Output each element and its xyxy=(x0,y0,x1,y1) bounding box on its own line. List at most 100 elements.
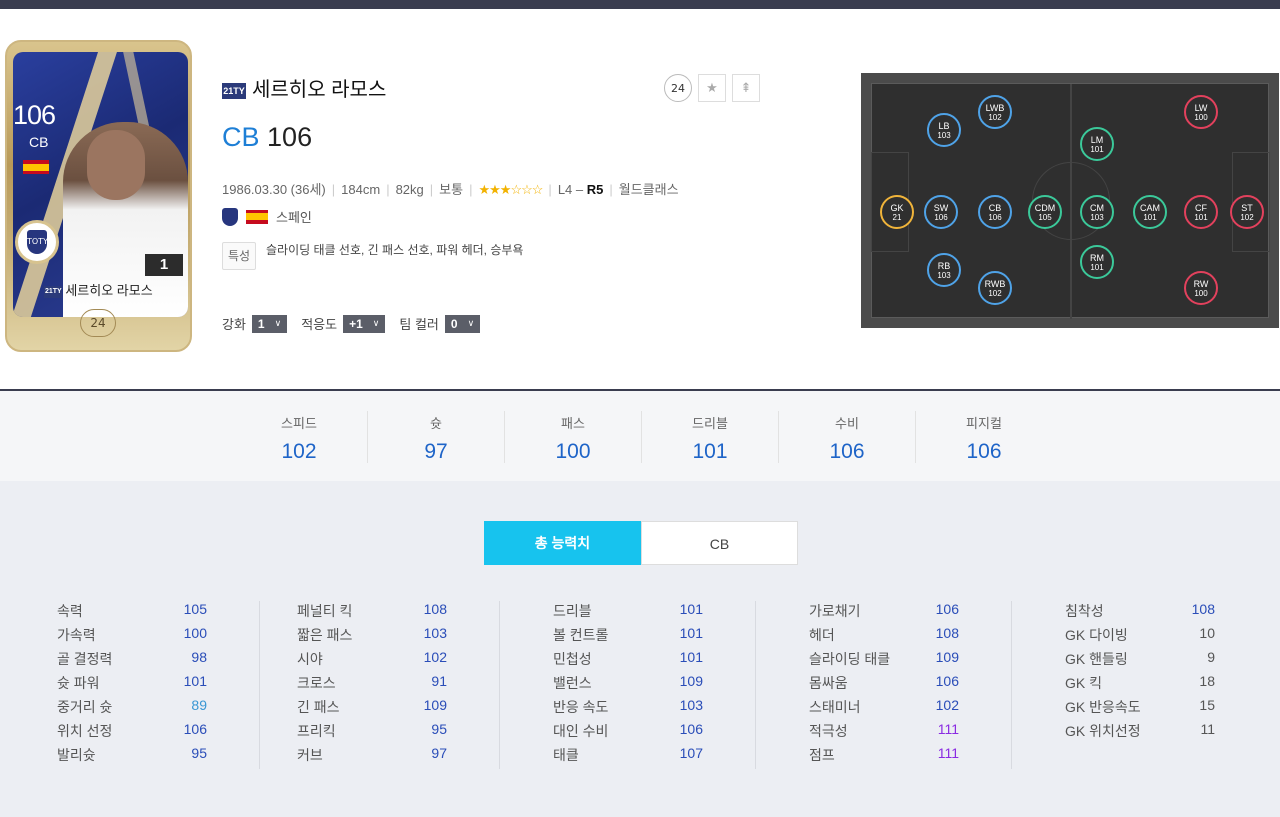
position-rwb[interactable]: RWB 102 xyxy=(978,271,1012,305)
stat-row: 가속력 100 xyxy=(57,625,207,643)
position-gk[interactable]: GK 21 xyxy=(880,195,914,229)
spain-flag-icon xyxy=(23,160,49,174)
summary-item: 스피드 102 xyxy=(281,416,317,463)
position-lm[interactable]: LM 101 xyxy=(1080,127,1114,161)
stat-row: 프리킥 95 xyxy=(297,721,447,739)
chevron-down-icon: ∨ xyxy=(274,318,282,328)
upgrade-arrow-icon[interactable]: ⇞ xyxy=(732,74,760,102)
stat-row: 중거리 슛 89 xyxy=(57,697,207,715)
stat-column: 드리블 101 볼 컨트롤 101 민첩성 101 밸런스 109 반응 속도 103 대인 수비 1… xyxy=(553,601,703,769)
stat-row: 드리블 101 xyxy=(553,601,703,619)
action-buttons: 24 ★ ⇞ xyxy=(664,74,760,102)
adaptability-select[interactable]: +1 ∨ xyxy=(343,314,386,333)
card-ovr: 106 xyxy=(13,100,56,130)
stat-row: GK 위치선정 11 xyxy=(1065,721,1215,739)
stat-row: 대인 수비 106 xyxy=(553,721,703,739)
position-st[interactable]: ST 102 xyxy=(1230,195,1264,229)
summary-item: 슛 97 xyxy=(424,416,448,463)
stat-row: GK 반응속도 15 xyxy=(1065,697,1215,715)
player-meta: 1986.03.30 (36세) | 184cm | 82kg | 보통 | ★★★☆☆☆ | L4… xyxy=(222,182,679,197)
card-artwork xyxy=(13,52,188,317)
body-type: 보통 xyxy=(439,182,464,197)
season-badge-icon: 21TY xyxy=(44,285,63,298)
stat-column: 페널티 킥 108 짧은 패스 103 시야 102 크로스 91 긴 패스 109 프리킥 95 커브… xyxy=(297,601,447,769)
stat-row: 슬라이딩 태클 109 xyxy=(809,649,959,667)
stat-row: GK 킥 18 xyxy=(1065,673,1215,691)
position-rm[interactable]: RM 101 xyxy=(1080,245,1114,279)
position-cm[interactable]: CM 103 xyxy=(1080,195,1114,229)
club-icon xyxy=(222,207,238,226)
rank: 월드클래스 xyxy=(618,182,679,197)
birth: 1986.03.30 (36세) xyxy=(222,182,326,197)
stat-row: 밸런스 109 xyxy=(553,673,703,691)
summary-stats: 스피드 102 슛 97 패스 100 드리블 101 수비 106 피지컬 106 xyxy=(0,391,1280,481)
position-rb[interactable]: RB 103 xyxy=(927,253,961,287)
card-level: 1 xyxy=(145,254,183,276)
stat-row: 가로채기 106 xyxy=(809,601,959,619)
stat-row: 점프 111 xyxy=(809,745,959,763)
position-pitch: GK 21 SW 106 LB 103 RB 103 LWB 102 CB 106 RWB 102 CDM 1… xyxy=(861,73,1279,328)
card-position: CB xyxy=(29,134,49,150)
stat-row: 긴 패스 109 xyxy=(297,697,447,715)
card-pay: 24 xyxy=(80,309,116,337)
chevron-down-icon: ∨ xyxy=(467,318,475,328)
summary-item: 드리블 101 xyxy=(692,416,728,463)
stat-column: 가로채기 106 헤더 108 슬라이딩 태클 109 몸싸움 106 스태미너 102 적극성 11… xyxy=(809,601,959,769)
team-color-select[interactable]: 0 ∨ xyxy=(444,314,481,333)
stat-row: 속력 105 xyxy=(57,601,207,619)
chevron-down-icon: ∨ xyxy=(372,318,380,328)
traits-label: 특성 xyxy=(222,242,256,270)
stat-tabs: 총 능력치 CB xyxy=(484,521,798,565)
stat-row: 발리슛 95 xyxy=(57,745,207,763)
stat-row: 적극성 111 xyxy=(809,721,959,739)
stat-column: 침착성 108 GK 다이빙 10 GK 핸들링 9 GK 킥 18 GK 반응속도 15 GK 위… xyxy=(1065,601,1215,745)
favorite-star-icon[interactable]: ★ xyxy=(698,74,726,102)
stat-row: 민첩성 101 xyxy=(553,649,703,667)
skill-stars: ★★★☆☆☆ xyxy=(478,182,543,197)
stat-row: 태클 107 xyxy=(553,745,703,763)
player-position-ovr: CB 106 xyxy=(222,122,313,152)
position-rw[interactable]: RW 100 xyxy=(1184,271,1218,305)
stat-row: 페널티 킥 108 xyxy=(297,601,447,619)
detail-stats-panel: 총 능력치 CB 속력 105 가속력 100 골 결정력 98 슛 파워 101 중거리 슛8… xyxy=(0,481,1280,817)
position-sw[interactable]: SW 106 xyxy=(924,195,958,229)
nation-row: 스페인 xyxy=(222,207,312,226)
position-cam[interactable]: CAM 101 xyxy=(1133,195,1167,229)
enhance-select[interactable]: 1 ∨ xyxy=(251,314,288,333)
pay-badge: 24 xyxy=(664,74,692,102)
summary-item: 패스 100 xyxy=(555,416,591,463)
weight: 82kg xyxy=(395,182,424,197)
club-emblem-icon: TOTY xyxy=(15,220,59,264)
position-cf[interactable]: CF 101 xyxy=(1184,195,1218,229)
stat-row: 볼 컨트롤 101 xyxy=(553,625,703,643)
stat-row: 몸싸움 106 xyxy=(809,673,959,691)
stat-row: 짧은 패스 103 xyxy=(297,625,447,643)
nation-name: 스페인 xyxy=(276,210,312,225)
stat-column: 속력 105 가속력 100 골 결정력 98 슛 파워 101 중거리 슛 89 위치 선정 106… xyxy=(57,601,207,769)
summary-item: 피지컬 106 xyxy=(966,416,1002,463)
stat-row: GK 다이빙 10 xyxy=(1065,625,1215,643)
tab-cb[interactable]: CB xyxy=(641,521,798,565)
player-name: 21TY 세르히오 라모스 xyxy=(222,79,387,101)
player-card[interactable]: 106 CB TOTY 1 21TY 세르히오 라모스 24 xyxy=(5,40,192,352)
position-lw[interactable]: LW 100 xyxy=(1184,95,1218,129)
stat-row: 위치 선정 106 xyxy=(57,721,207,739)
card-name: 21TY 세르히오 라모스 xyxy=(44,283,153,298)
position-lwb[interactable]: LWB 102 xyxy=(978,95,1012,129)
stat-row: 골 결정력 98 xyxy=(57,649,207,667)
position-cb[interactable]: CB 106 xyxy=(978,195,1012,229)
spain-flag-icon xyxy=(246,209,268,224)
summary-item: 수비 106 xyxy=(829,416,865,463)
tab-total-stats[interactable]: 총 능력치 xyxy=(484,521,641,565)
height: 184cm xyxy=(341,182,381,197)
stat-row: GK 핸들링 9 xyxy=(1065,649,1215,667)
stat-row: 스태미너 102 xyxy=(809,697,959,715)
position-lb[interactable]: LB 103 xyxy=(927,113,961,147)
top-bar xyxy=(0,0,1280,9)
stat-row: 슛 파워 101 xyxy=(57,673,207,691)
position-cdm[interactable]: CDM 105 xyxy=(1028,195,1062,229)
stat-row: 침착성 108 xyxy=(1065,601,1215,619)
stat-row: 반응 속도 103 xyxy=(553,697,703,715)
league: L4 – xyxy=(557,182,587,197)
traits-row: 특성 슬라이딩 태클 선호, 긴 패스 선호, 파워 헤더, 승부욕 xyxy=(222,242,523,270)
